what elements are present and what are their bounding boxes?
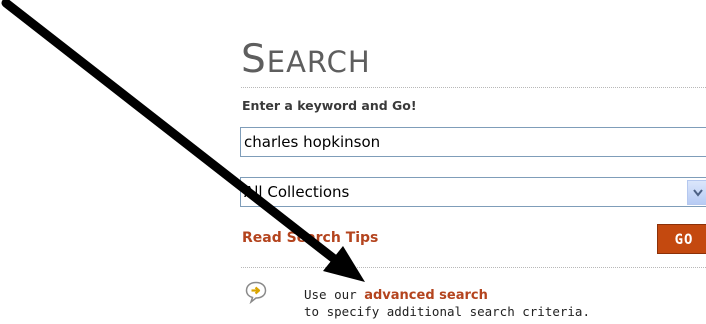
advanced-search-description: to specify additional search criteria. bbox=[304, 304, 590, 319]
keyword-input[interactable] bbox=[240, 127, 706, 157]
annotation-arrowhead bbox=[323, 246, 365, 282]
title-divider bbox=[241, 87, 706, 88]
advanced-search-line: Use our advanced search bbox=[304, 287, 488, 303]
page-title-initial: S bbox=[241, 37, 267, 82]
keyword-label: Enter a keyword and Go! bbox=[242, 98, 417, 113]
bottom-divider bbox=[241, 267, 706, 268]
search-tips-link[interactable]: Read Search Tips bbox=[242, 230, 378, 246]
collection-select[interactable]: All Collections bbox=[240, 177, 706, 207]
collection-select-button[interactable] bbox=[687, 180, 706, 205]
collection-select-value: All Collections bbox=[244, 183, 350, 201]
page-title-rest: EARCH bbox=[266, 45, 371, 79]
page-title: SEARCH bbox=[241, 38, 371, 84]
chevron-down-icon bbox=[693, 189, 703, 197]
go-button[interactable]: GO bbox=[657, 224, 706, 254]
search-panel: SEARCH Enter a keyword and Go! All Colle… bbox=[0, 0, 706, 324]
speech-bubble-arrow-icon bbox=[245, 281, 267, 304]
advanced-search-prefix: Use our bbox=[304, 287, 365, 302]
advanced-search-link[interactable]: advanced search bbox=[364, 288, 488, 303]
